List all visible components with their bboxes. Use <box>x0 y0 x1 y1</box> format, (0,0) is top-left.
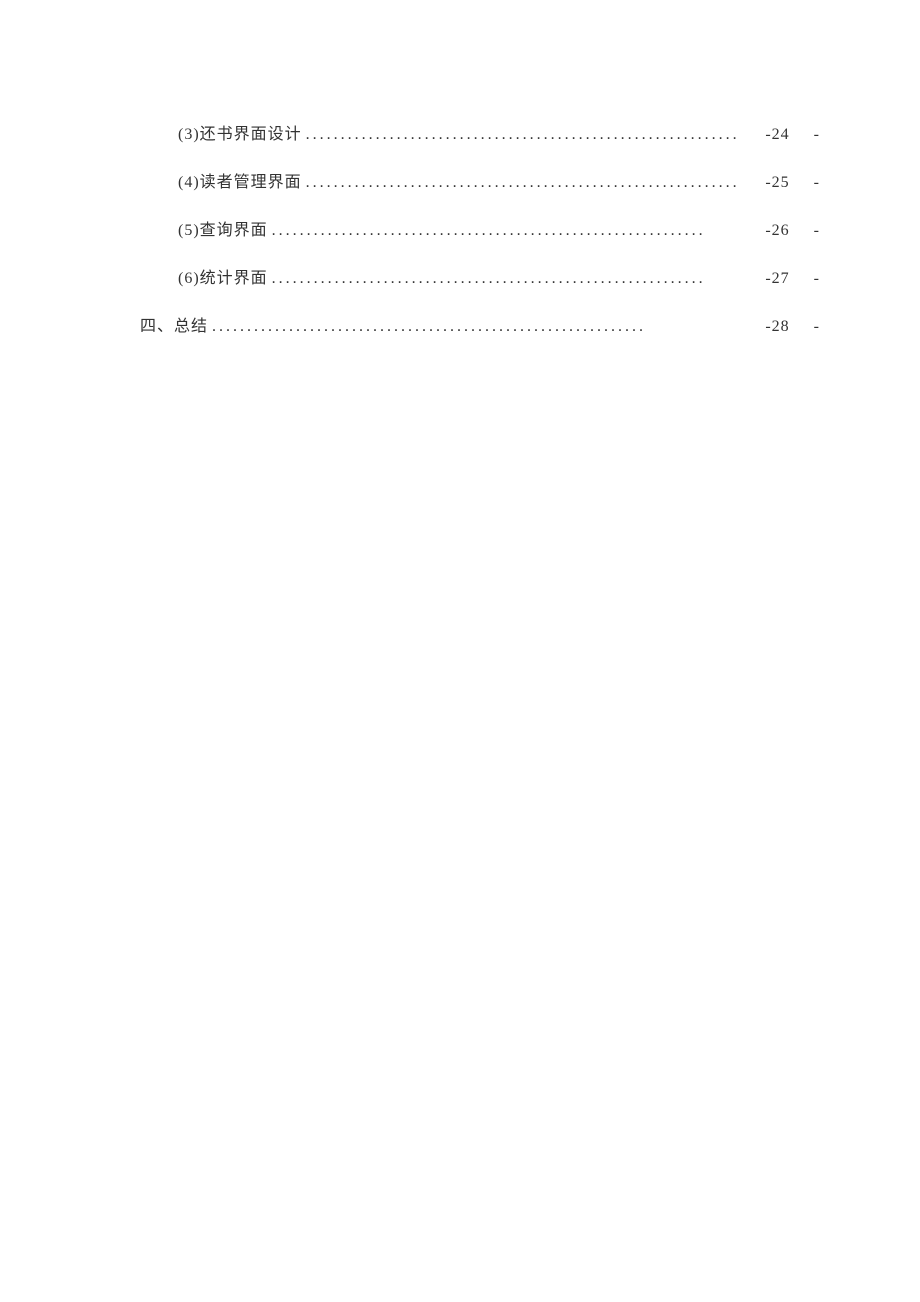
toc-entry: 四、总结 ...................................… <box>140 312 820 336</box>
toc-entry-page: -27 <box>765 270 813 288</box>
toc-entry-dots: ........................................… <box>268 222 766 240</box>
toc-entry-title: 四、总结 <box>140 312 208 336</box>
toc-entry-page: -25 <box>765 174 813 192</box>
toc-entry-title: (4)读者管理界面 <box>178 168 302 192</box>
toc-entry-page: -28 <box>765 318 813 336</box>
toc-entry-page: -24 <box>765 126 813 144</box>
toc-entry-dots: ........................................… <box>302 126 766 144</box>
toc-entry: (5)查询界面 ................................… <box>140 216 820 240</box>
toc-entry-dash: - <box>814 318 820 336</box>
toc-entry-dash: - <box>814 270 820 288</box>
toc-entry-dots: ........................................… <box>302 174 766 192</box>
toc-entry-title: (5)查询界面 <box>178 216 268 240</box>
toc-entry-page: -26 <box>765 222 813 240</box>
toc-entry-title: (6)统计界面 <box>178 264 268 288</box>
toc-entry: (3)还书界面设计 ..............................… <box>140 120 820 144</box>
toc-entry-dash: - <box>814 174 820 192</box>
table-of-contents: (3)还书界面设计 ..............................… <box>0 0 920 336</box>
toc-entry: (4)读者管理界面 ..............................… <box>140 168 820 192</box>
toc-entry-dots: ........................................… <box>268 270 766 288</box>
toc-entry: (6)统计界面 ................................… <box>140 264 820 288</box>
toc-entry-dash: - <box>814 222 820 240</box>
toc-entry-dots: ........................................… <box>208 318 765 336</box>
toc-entry-title: (3)还书界面设计 <box>178 120 302 144</box>
toc-entry-dash: - <box>814 126 820 144</box>
